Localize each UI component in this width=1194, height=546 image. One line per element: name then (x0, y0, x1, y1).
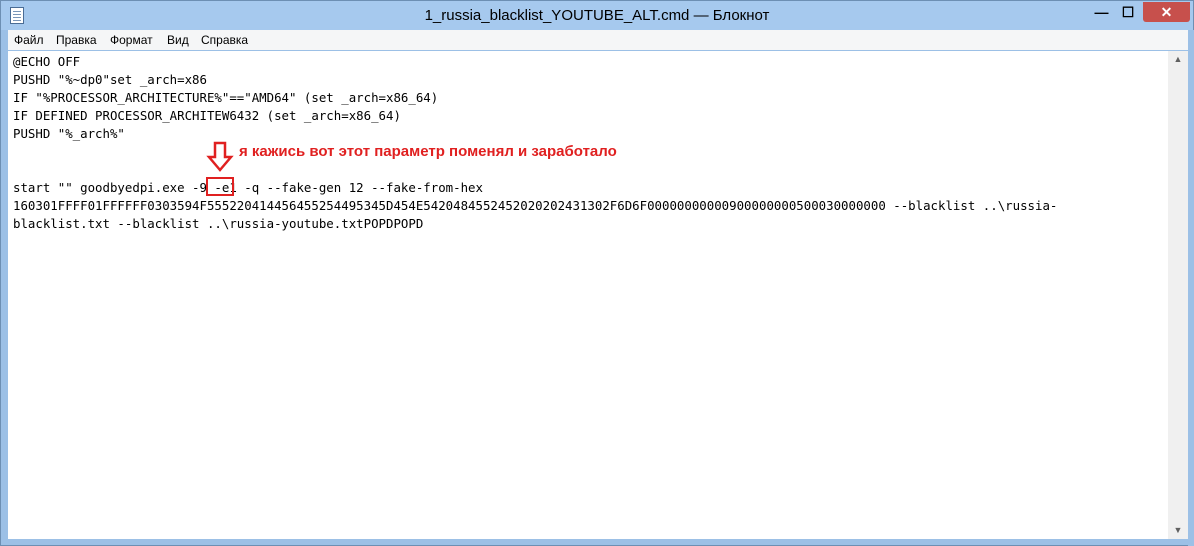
text-line: @ECHO OFF (13, 54, 81, 69)
notepad-window: 1_russia_blacklist_YOUTUBE_ALT.cmd — Бло… (0, 0, 1194, 546)
text-line: IF "%PROCESSOR_ARCHITECTURE%"=="AMD64" (… (13, 90, 439, 105)
menu-help[interactable]: Справка (201, 30, 248, 50)
text-line: PUSHD "%_arch%" (13, 126, 125, 141)
menu-format[interactable]: Формат (110, 30, 153, 50)
text-line: IF DEFINED PROCESSOR_ARCHITEW6432 (set _… (13, 108, 401, 123)
window-title: 1_russia_blacklist_YOUTUBE_ALT.cmd — Бло… (424, 7, 770, 24)
close-button[interactable]: ✕ (1143, 2, 1190, 22)
maximize-button[interactable]: ☐ (1115, 2, 1141, 22)
window-border (1188, 30, 1194, 546)
text-line: blacklist.txt --blacklist ..\russia-yout… (13, 216, 424, 231)
vertical-scrollbar[interactable]: ▲ ▼ (1168, 51, 1188, 539)
highlight-box (206, 177, 234, 196)
menu-file[interactable]: Файл (14, 30, 44, 50)
scroll-up-icon[interactable]: ▲ (1168, 51, 1188, 68)
text-line: PUSHD "%~dp0"set _arch=x86 (13, 72, 207, 87)
menu-view[interactable]: Вид (167, 30, 189, 50)
text-editor[interactable]: @ECHO OFF PUSHD "%~dp0"set _arch=x86 IF … (8, 51, 1168, 539)
annotation-text: я кажись вот этот параметр поменял и зар… (239, 143, 617, 160)
menu-edit[interactable]: Правка (56, 30, 97, 50)
arrow-down-icon (206, 141, 234, 172)
scroll-down-icon[interactable]: ▼ (1168, 522, 1188, 539)
text-line: 160301FFFF01FFFFFF0303594F55522041445645… (13, 198, 1058, 213)
menu-bar: Файл Правка Формат Вид Справка (8, 30, 1188, 50)
text-line: start "" goodbyedpi.exe -9 -e1 -q --fake… (13, 180, 483, 195)
minimize-button[interactable]: — (1088, 2, 1115, 22)
title-bar[interactable]: 1_russia_blacklist_YOUTUBE_ALT.cmd — Бло… (1, 1, 1193, 30)
